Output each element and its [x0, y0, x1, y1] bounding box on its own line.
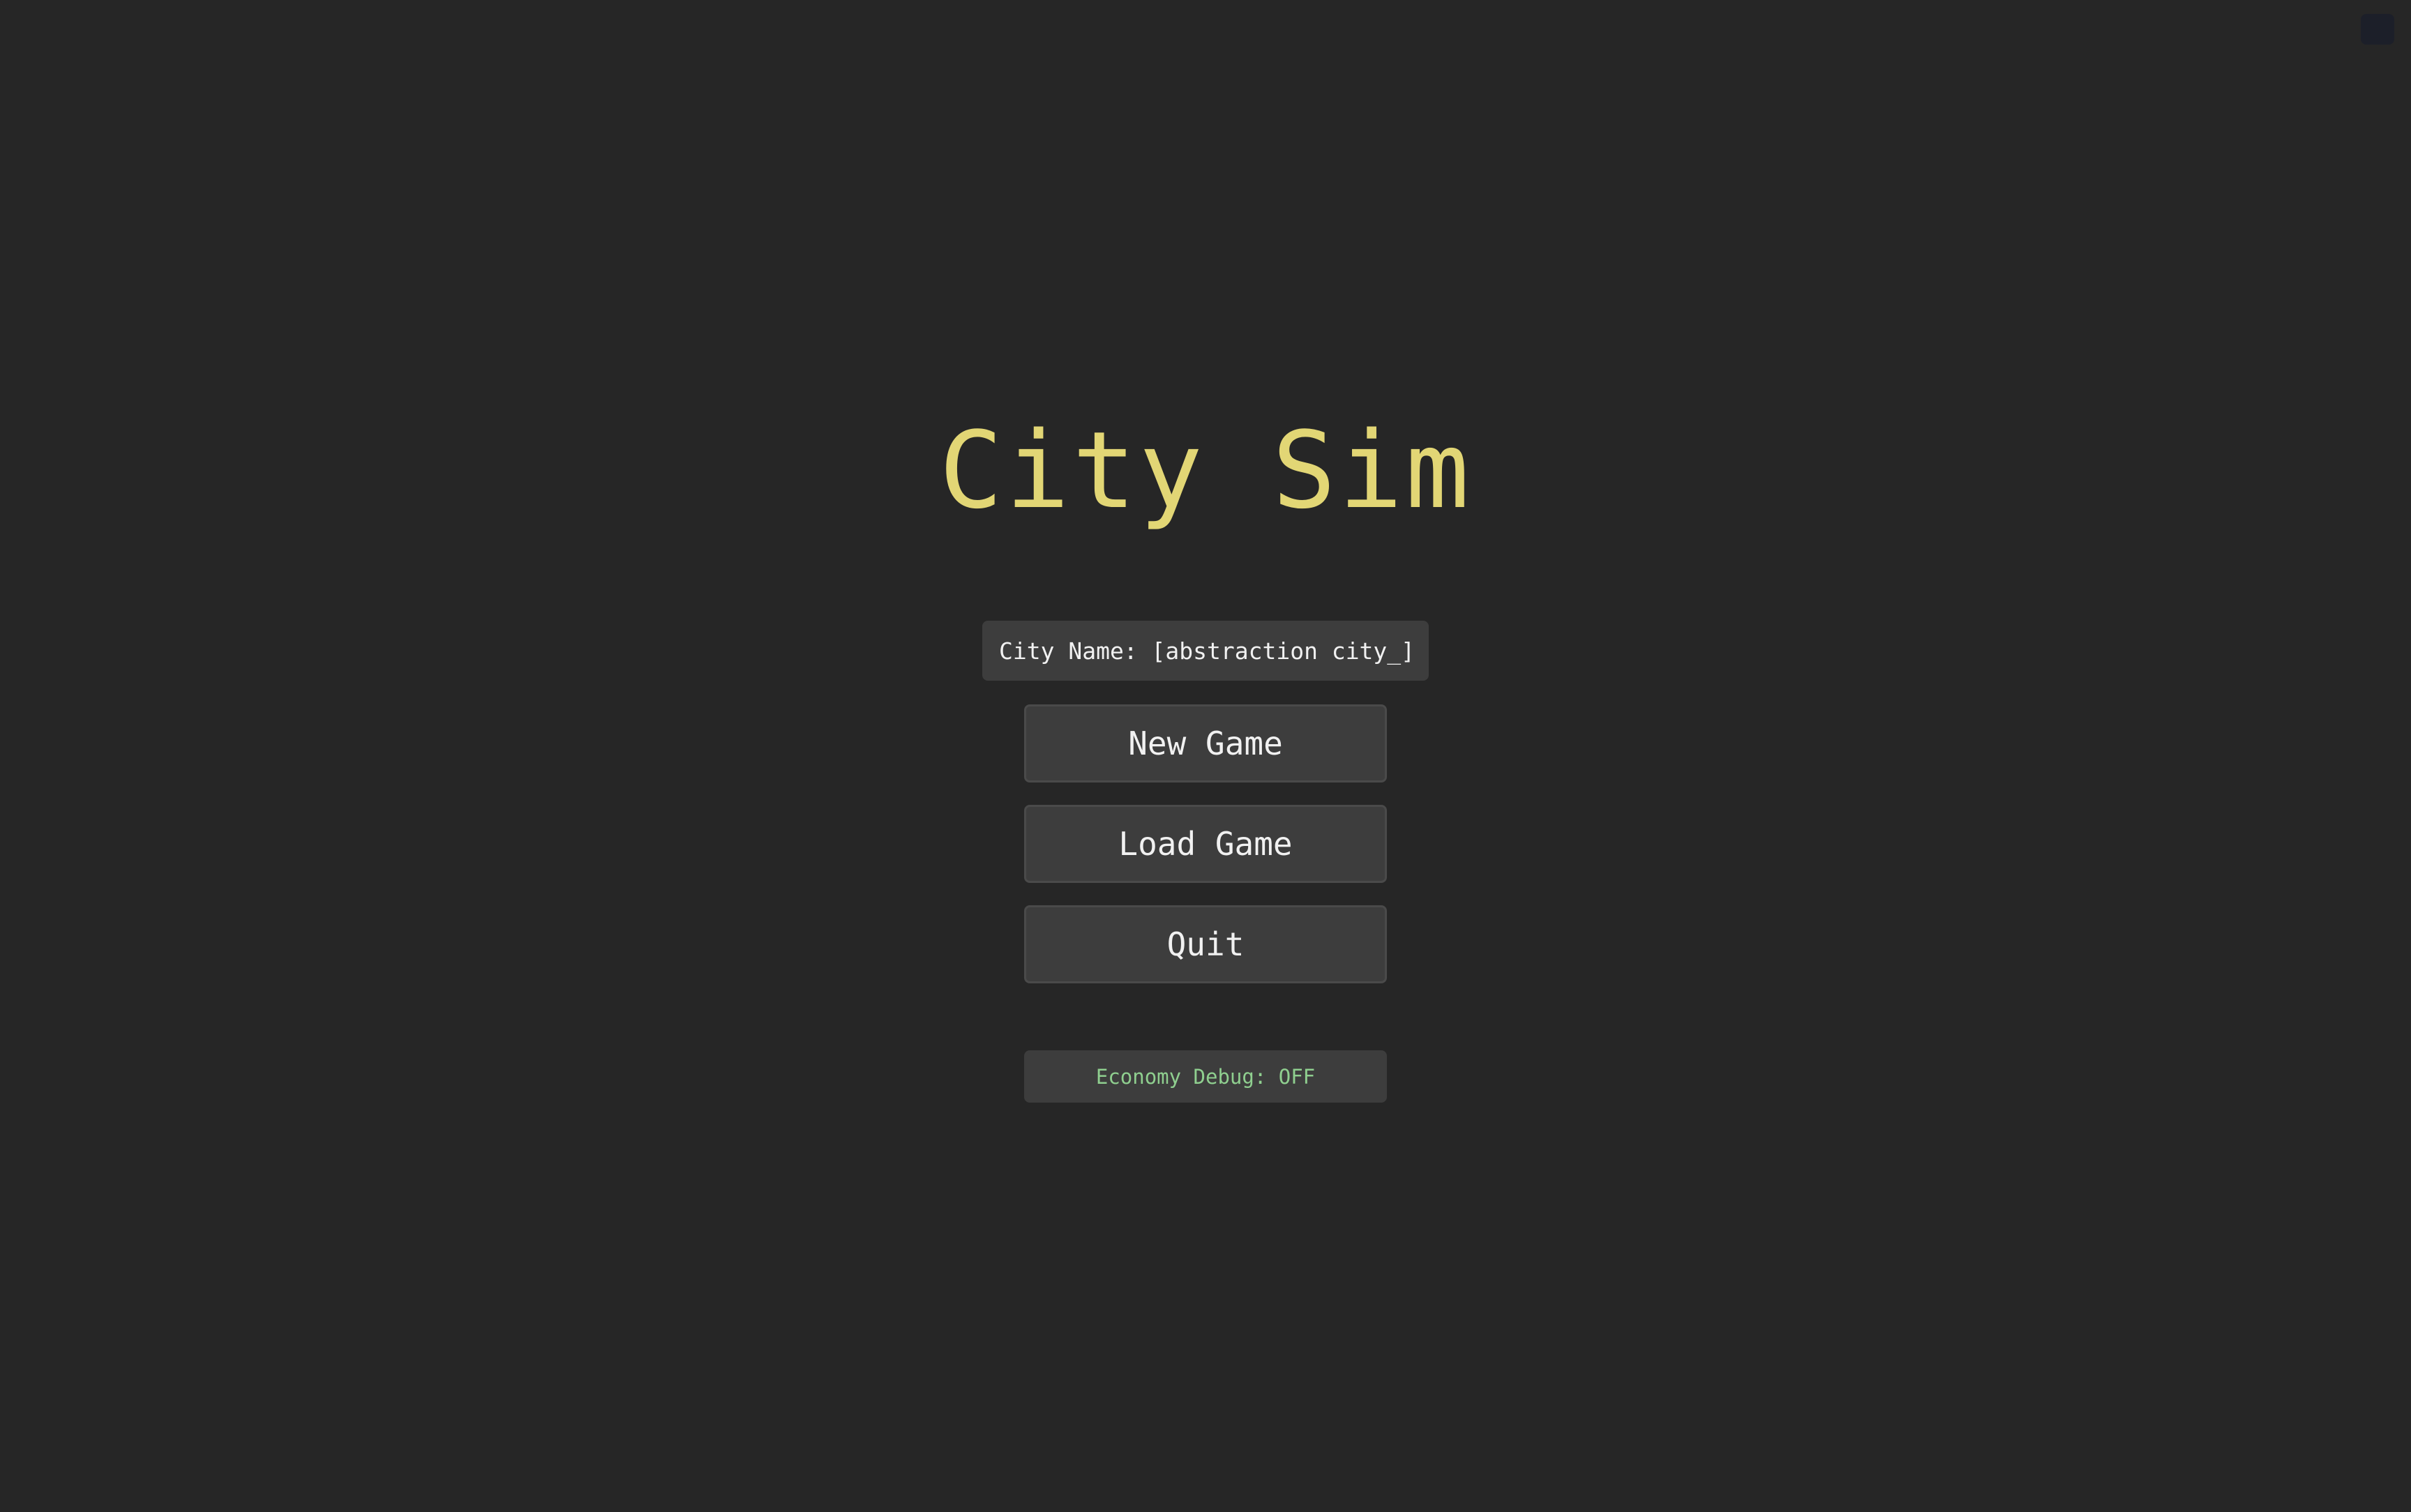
main-menu-screen: City Sim City Name: [abstraction city_] …: [0, 0, 2411, 1512]
economy-debug-toggle[interactable]: Economy Debug: OFF: [1024, 1050, 1387, 1103]
game-title: City Sim: [938, 409, 1473, 532]
city-name-input[interactable]: City Name: [abstraction city_]: [982, 621, 1429, 681]
corner-square-icon: [2361, 14, 2394, 45]
quit-button[interactable]: Quit: [1024, 905, 1387, 983]
new-game-button[interactable]: New Game: [1024, 704, 1387, 783]
load-game-button[interactable]: Load Game: [1024, 805, 1387, 883]
